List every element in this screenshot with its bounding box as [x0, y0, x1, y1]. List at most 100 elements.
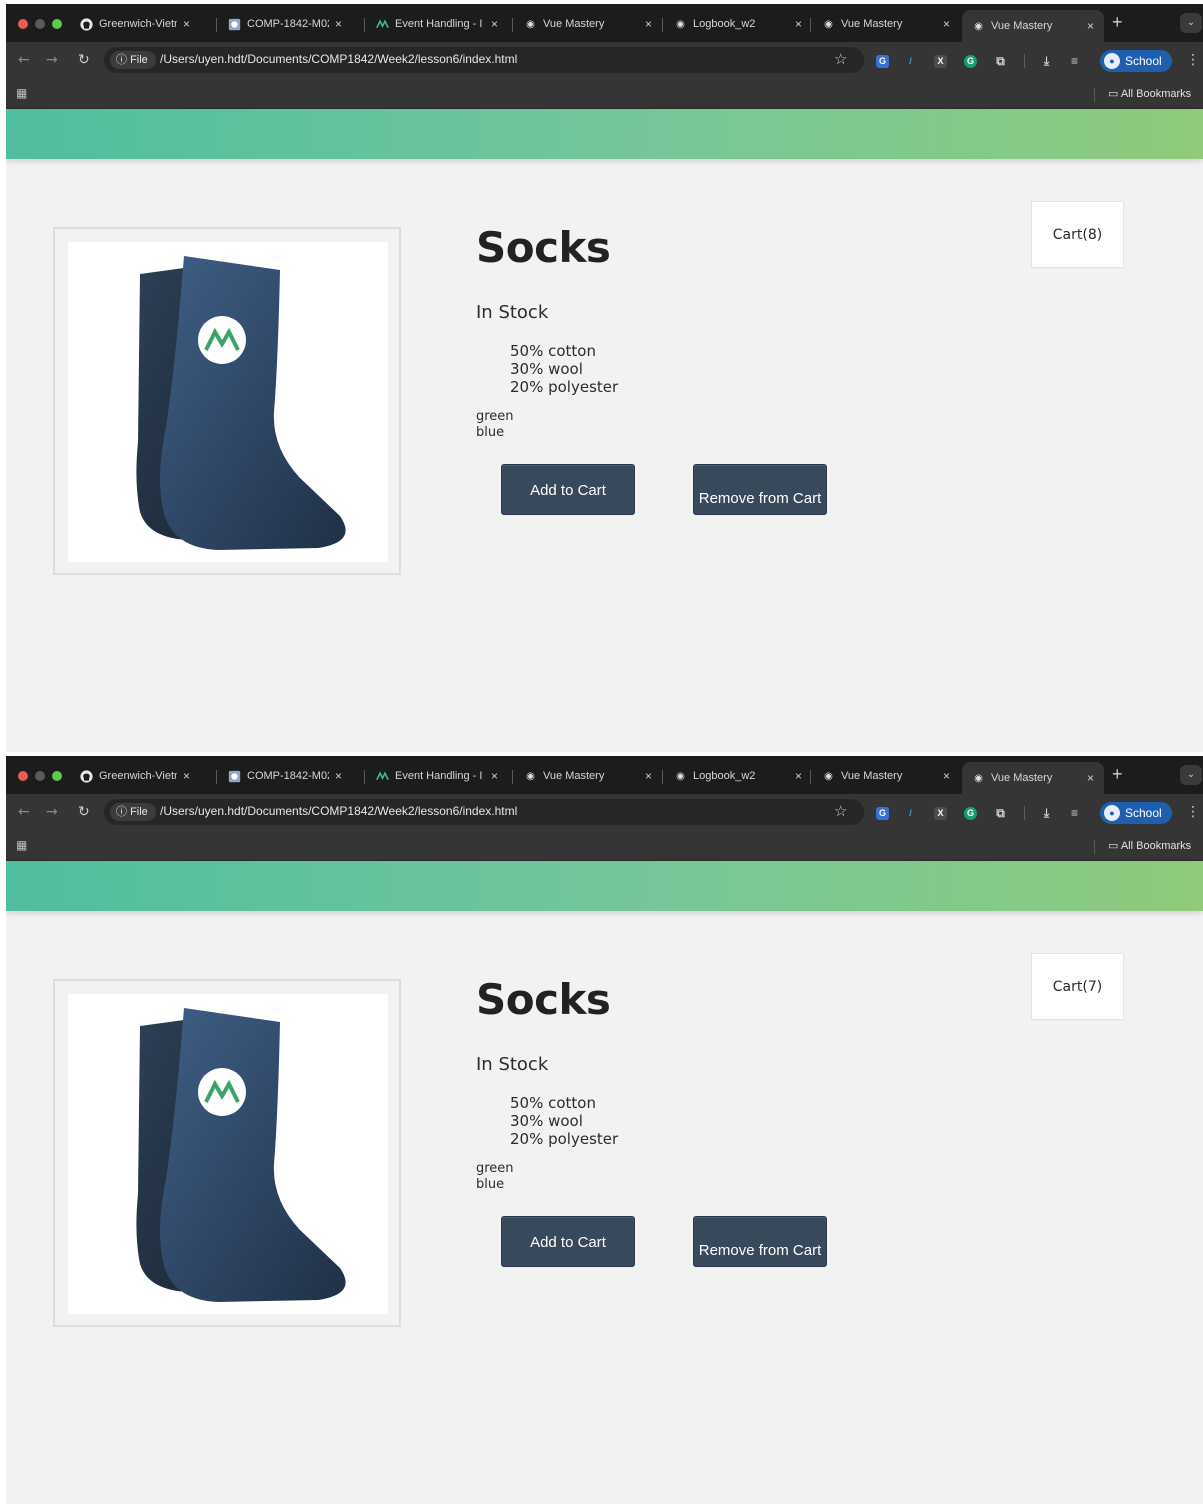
all-bookmarks-label: All Bookmarks — [1120, 88, 1192, 100]
close-window-button[interactable] — [18, 771, 28, 781]
new-tab-button[interactable]: + — [1112, 764, 1123, 785]
tab-event-handling[interactable]: Event Handling - I × — [366, 10, 498, 38]
tab-search-button[interactable]: ⌄ — [1180, 13, 1202, 33]
tab-title: Vue Mastery — [991, 772, 1053, 784]
toolbar: ← → ↻ ⓘ File /Users/uyen.hdt/Documents/C… — [6, 794, 1203, 832]
ai-extension-icon[interactable]: / — [904, 55, 917, 68]
tab-vue-mastery-2[interactable]: ◉ Vue Mastery × — [812, 10, 950, 38]
new-tab-button[interactable]: + — [1112, 12, 1123, 33]
profile-button[interactable]: ● School — [1100, 802, 1172, 824]
tab-search-button[interactable]: ⌄ — [1180, 765, 1202, 785]
add-to-cart-button[interactable]: Add to Cart — [501, 464, 635, 515]
download-icon[interactable]: ⤓ — [1040, 807, 1053, 820]
site-info-chip[interactable]: ⓘ File — [110, 51, 156, 69]
apps-grid-icon[interactable]: ▦ — [16, 86, 27, 100]
back-button[interactable]: ← — [18, 804, 30, 820]
tab-close-icon[interactable]: × — [1087, 19, 1094, 33]
forward-button[interactable]: → — [46, 52, 58, 68]
x-extension-icon[interactable]: X — [934, 807, 947, 820]
variant-green[interactable]: green — [476, 409, 514, 425]
reload-button[interactable]: ↻ — [78, 52, 90, 68]
detail-item: 20% polyester — [510, 378, 619, 396]
forward-button[interactable]: → — [46, 804, 58, 820]
product-image — [68, 994, 388, 1314]
file-label: File — [130, 806, 148, 818]
translate-extension-icon[interactable]: G — [876, 807, 889, 820]
tab-logbook[interactable]: ◉ Logbook_w2 × — [664, 10, 802, 38]
reading-list-icon[interactable]: ≡ — [1068, 807, 1081, 820]
tab-close-icon[interactable]: × — [335, 769, 342, 783]
tab-title: Greenwich-Vietnar — [99, 770, 177, 782]
product-image-frame — [53, 227, 401, 575]
translate-extension-icon[interactable]: G — [876, 55, 889, 68]
back-button[interactable]: ← — [18, 52, 30, 68]
add-to-cart-button[interactable]: Add to Cart — [501, 1216, 635, 1267]
tab-close-icon[interactable]: × — [943, 17, 950, 31]
tab-close-icon[interactable]: × — [491, 769, 498, 783]
tab-vue-mastery-1[interactable]: ◉ Vue Mastery × — [514, 10, 652, 38]
maximize-window-button[interactable] — [52, 19, 62, 29]
bookmark-star-icon[interactable]: ☆ — [834, 802, 847, 820]
github-icon — [80, 17, 93, 31]
detail-item: 30% wool — [510, 360, 583, 378]
x-extension-icon[interactable]: X — [934, 55, 947, 68]
tab-close-icon[interactable]: × — [645, 17, 652, 31]
tab-close-icon[interactable]: × — [645, 769, 652, 783]
globe-icon: ◉ — [974, 20, 983, 32]
tab-close-icon[interactable]: × — [1087, 771, 1094, 785]
tab-close-icon[interactable]: × — [183, 17, 190, 31]
ai-extension-icon[interactable]: / — [904, 807, 917, 820]
tab-course[interactable]: COMP-1842-M02- × — [218, 10, 342, 38]
minimize-window-button[interactable] — [35, 771, 45, 781]
download-icon[interactable]: ⤓ — [1040, 55, 1053, 68]
detail-item: 30% wool — [510, 1112, 583, 1130]
tab-logbook[interactable]: ◉ Logbook_w2 × — [664, 762, 802, 790]
tab-greenwich[interactable]: Greenwich-Vietnar × — [70, 10, 190, 38]
maximize-window-button[interactable] — [52, 771, 62, 781]
tab-event-handling[interactable]: Event Handling - I × — [366, 762, 498, 790]
url-text[interactable]: /Users/uyen.hdt/Documents/COMP1842/Week2… — [160, 52, 517, 66]
menu-kebab-icon[interactable]: ⋮ — [1186, 804, 1200, 820]
apps-grid-icon[interactable]: ▦ — [16, 838, 27, 852]
grammarly-icon[interactable]: G — [964, 807, 977, 820]
profile-button[interactable]: ● School — [1100, 50, 1172, 72]
all-bookmarks-button[interactable]: ▭ All Bookmarks — [1108, 839, 1191, 852]
tab-vue-mastery-active[interactable]: ◉ Vue Mastery × — [962, 10, 1104, 42]
all-bookmarks-button[interactable]: ▭ All Bookmarks — [1108, 87, 1191, 100]
bookmark-star-icon[interactable]: ☆ — [834, 50, 847, 68]
tab-title: Vue Mastery — [841, 18, 903, 30]
tab-close-icon[interactable]: × — [943, 769, 950, 783]
remove-from-cart-button[interactable]: Remove from Cart — [693, 464, 827, 515]
tab-course[interactable]: COMP-1842-M02- × — [218, 762, 342, 790]
variant-blue[interactable]: blue — [476, 425, 514, 441]
close-window-button[interactable] — [18, 19, 28, 29]
tab-vue-mastery-active[interactable]: ◉ Vue Mastery × — [962, 762, 1104, 794]
minimize-window-button[interactable] — [35, 19, 45, 29]
grammarly-icon[interactable]: G — [964, 55, 977, 68]
reading-list-icon[interactable]: ≡ — [1068, 55, 1081, 68]
variant-blue[interactable]: blue — [476, 1177, 514, 1193]
extensions-puzzle-icon[interactable]: ⧉ — [994, 55, 1007, 68]
tab-greenwich[interactable]: Greenwich-Vietnar × — [70, 762, 190, 790]
variant-green[interactable]: green — [476, 1161, 514, 1177]
site-info-chip[interactable]: ⓘ File — [110, 803, 156, 821]
tab-close-icon[interactable]: × — [491, 17, 498, 31]
extensions-puzzle-icon[interactable]: ⧉ — [994, 807, 1007, 820]
product-details-list: 50% cotton 30% wool 20% polyester — [510, 342, 618, 396]
file-label: File — [130, 54, 148, 66]
menu-kebab-icon[interactable]: ⋮ — [1186, 52, 1200, 68]
address-bar[interactable]: ⓘ File /Users/uyen.hdt/Documents/COMP184… — [104, 799, 864, 825]
url-text[interactable]: /Users/uyen.hdt/Documents/COMP1842/Week2… — [160, 804, 517, 818]
tab-vue-mastery-2[interactable]: ◉ Vue Mastery × — [812, 762, 950, 790]
product-details-list: 50% cotton 30% wool 20% polyester — [510, 1094, 618, 1148]
tab-close-icon[interactable]: × — [335, 17, 342, 31]
globe-icon: ◉ — [676, 18, 685, 30]
tab-close-icon[interactable]: × — [795, 17, 802, 31]
address-bar[interactable]: ⓘ File /Users/uyen.hdt/Documents/COMP184… — [104, 47, 864, 73]
remove-from-cart-button[interactable]: Remove from Cart — [693, 1216, 827, 1267]
stock-status: In Stock — [476, 302, 549, 323]
tab-close-icon[interactable]: × — [183, 769, 190, 783]
tab-close-icon[interactable]: × — [795, 769, 802, 783]
tab-vue-mastery-1[interactable]: ◉ Vue Mastery × — [514, 762, 652, 790]
reload-button[interactable]: ↻ — [78, 804, 90, 820]
